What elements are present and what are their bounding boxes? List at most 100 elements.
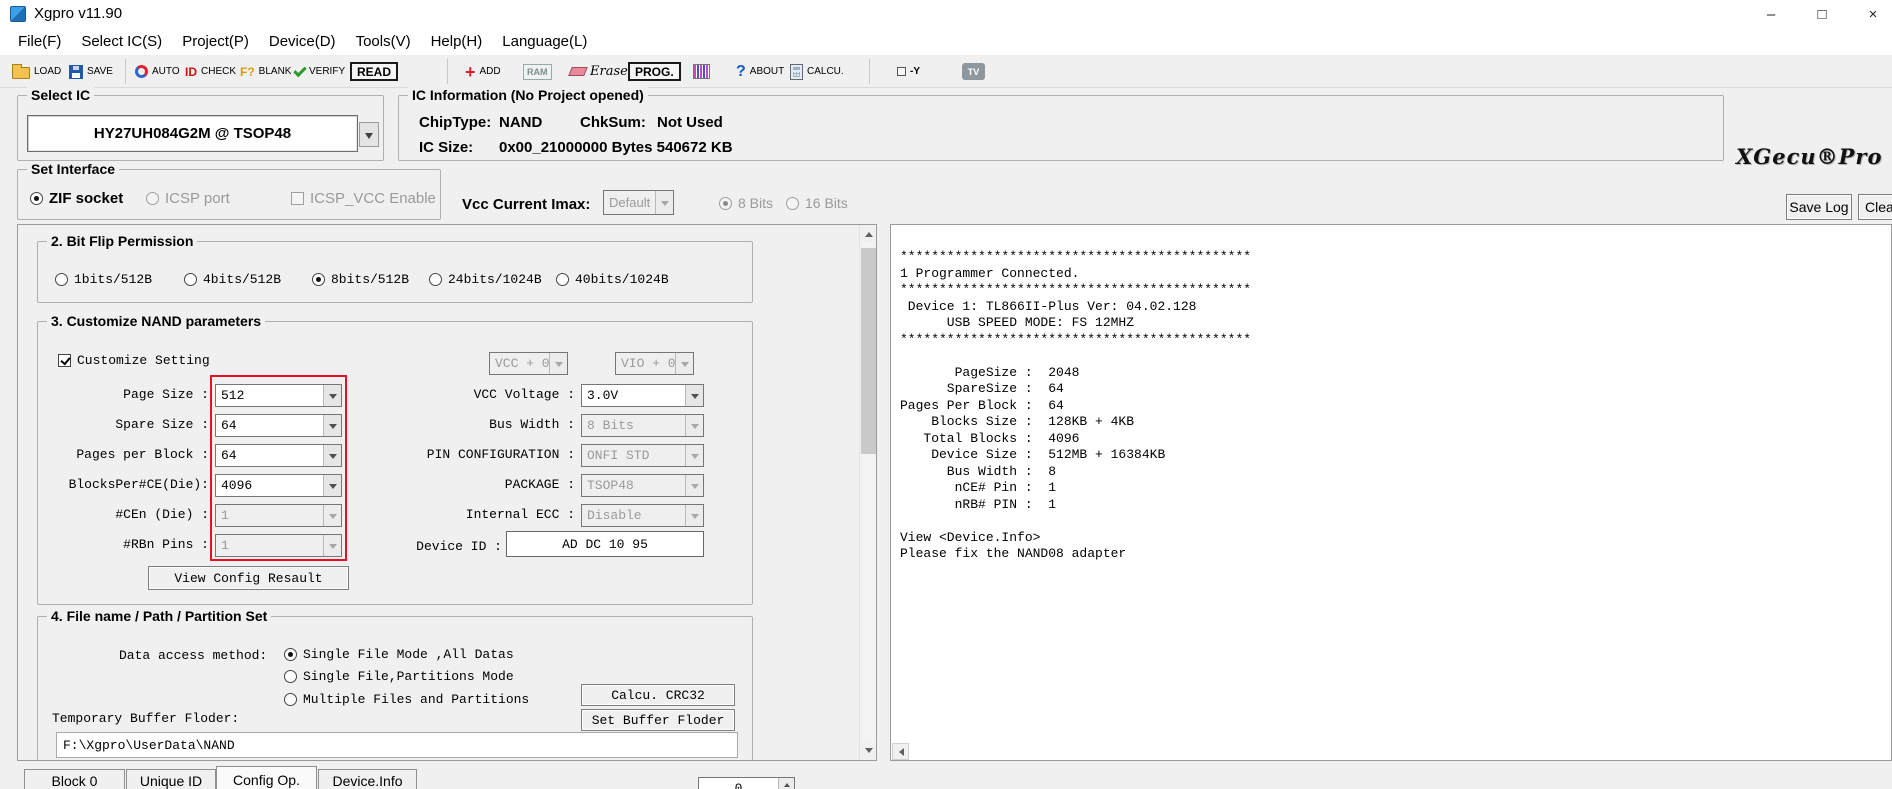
- bus-width-value: 8 Bits: [587, 418, 634, 433]
- dropdown-arrow-icon[interactable]: [323, 385, 341, 406]
- menu-tools[interactable]: Tools(V): [346, 30, 421, 53]
- tab-device-info[interactable]: Device.Info: [318, 769, 417, 789]
- block-number-spinner[interactable]: 0: [698, 777, 795, 789]
- set-buffer-folder-button[interactable]: Set Buffer Floder: [581, 709, 735, 731]
- vcc-voltage-value: 3.0V: [587, 388, 619, 403]
- bitflip-label: 4bits/512B: [203, 272, 282, 287]
- vcc-voltage-select[interactable]: 3.0V: [581, 384, 704, 407]
- ram-button[interactable]: RAM: [523, 55, 552, 88]
- spinner-value: 0: [734, 780, 743, 789]
- add-button[interactable]: + ADD: [465, 55, 501, 88]
- tab-unique-id[interactable]: Unique ID: [126, 769, 216, 789]
- blank-check-button[interactable]: F? BLANK: [240, 55, 291, 88]
- config-panel-scrollbar[interactable]: [859, 225, 876, 760]
- verify-label: VERIFY: [309, 66, 346, 77]
- scrollbar-thumb[interactable]: [861, 248, 876, 454]
- spare-size-select[interactable]: 64: [215, 414, 342, 437]
- bitflip-option-40bits[interactable]: 40bits/1024B: [556, 272, 669, 287]
- chksum-value: Not Used: [657, 114, 723, 131]
- page-size-select[interactable]: 512: [215, 384, 342, 407]
- bitflip-option-8bits[interactable]: 8bits/512B: [312, 272, 409, 287]
- selected-ic-display[interactable]: HY27UH084G2M @ TSOP48: [27, 115, 358, 152]
- dropdown-arrow-icon: [685, 475, 703, 496]
- tv-logic-button[interactable]: TV: [962, 55, 985, 88]
- save-button[interactable]: SAVE: [69, 55, 113, 88]
- plus-icon: +: [465, 61, 476, 82]
- single-file-partitions-radio[interactable]: Single File,Partitions Mode: [284, 669, 514, 684]
- page-size-label: Page Size :: [123, 387, 209, 402]
- radio-icon: [146, 192, 159, 205]
- cen-die-label: #CEn (Die) :: [115, 507, 209, 522]
- toolbar-separator: [869, 59, 870, 84]
- view-config-result-button[interactable]: View Config Resault: [148, 566, 349, 590]
- chevron-down-icon: [365, 132, 373, 143]
- tab-config-op[interactable]: Config Op.: [216, 766, 317, 789]
- bitflip-option-24bits[interactable]: 24bits/1024B: [429, 272, 542, 287]
- calcu-label: CALCU.: [807, 66, 844, 77]
- calc-crc32-button[interactable]: Calcu. CRC32: [581, 684, 735, 706]
- load-button[interactable]: LOAD: [12, 55, 61, 88]
- pin-map-button[interactable]: -Y: [897, 55, 920, 88]
- verify-button[interactable]: VERIFY: [293, 55, 345, 88]
- check-label: CHECK: [201, 66, 237, 77]
- close-button[interactable]: ×: [1850, 0, 1892, 28]
- menu-project[interactable]: Project(P): [172, 30, 259, 53]
- customize-setting-label: Customize Setting: [77, 353, 210, 368]
- single-file-partitions-label: Single File,Partitions Mode: [303, 669, 514, 684]
- ic-size-value: 0x00_21000000 Bytes 540672 KB: [499, 139, 733, 156]
- menu-select-ic[interactable]: Select IC(S): [71, 30, 172, 53]
- ic-size-label: IC Size:: [419, 139, 474, 156]
- menu-file[interactable]: File(F): [8, 30, 71, 53]
- bits16-label: 16 Bits: [805, 195, 848, 211]
- maximize-button[interactable]: □: [1799, 0, 1845, 28]
- dropdown-arrow-icon: [655, 191, 673, 214]
- device-id-field[interactable]: AD DC 10 95: [506, 531, 704, 557]
- save-log-button[interactable]: Save Log: [1786, 194, 1852, 220]
- ic-socket-icon: [693, 64, 710, 79]
- ic-socket-button[interactable]: [693, 55, 710, 88]
- zif-socket-radio[interactable]: ZIF socket: [30, 190, 123, 207]
- clear-log-button[interactable]: Clea: [1858, 194, 1892, 220]
- log-scroll-left-button[interactable]: [892, 743, 909, 760]
- single-file-all-radio[interactable]: Single File Mode ,All Datas: [284, 647, 514, 662]
- pages-per-block-select[interactable]: 64: [215, 444, 342, 467]
- menu-language[interactable]: Language(L): [492, 30, 597, 53]
- dropdown-arrow-icon[interactable]: [685, 385, 703, 406]
- customize-setting-checkbox[interactable]: Customize Setting: [58, 353, 210, 368]
- erase-button[interactable]: Erase: [568, 55, 628, 88]
- dropdown-arrow-icon[interactable]: [323, 475, 341, 496]
- spinner-arrows[interactable]: [778, 778, 794, 789]
- auto-label: AUTO: [152, 66, 180, 77]
- scroll-down-button[interactable]: [860, 743, 876, 760]
- icsp-port-radio: ICSP port: [146, 190, 230, 207]
- scroll-up-button[interactable]: [860, 225, 876, 242]
- prog-button[interactable]: PROG.: [628, 55, 681, 88]
- log-panel: ****************************************…: [890, 224, 1892, 761]
- temp-buffer-path-field[interactable]: F:\Xgpro\UserData\NAND: [56, 732, 738, 758]
- bits16-radio: 16 Bits: [786, 195, 848, 211]
- about-button[interactable]: ? ABOUT: [736, 55, 784, 88]
- bus-width-label: Bus Width :: [489, 417, 575, 432]
- blocks-per-ce-select[interactable]: 4096: [215, 474, 342, 497]
- dropdown-arrow-icon[interactable]: [323, 445, 341, 466]
- read-button[interactable]: READ: [350, 55, 399, 88]
- select-ic-dropdown-button[interactable]: [359, 122, 379, 147]
- calcu-button[interactable]: CALCU.: [790, 55, 844, 88]
- minimize-button[interactable]: –: [1748, 0, 1794, 28]
- bitflip-option-1bits[interactable]: 1bits/512B: [55, 272, 152, 287]
- menu-help[interactable]: Help(H): [421, 30, 493, 53]
- zif-socket-label: ZIF socket: [49, 190, 124, 207]
- log-output[interactable]: ****************************************…: [900, 249, 1251, 563]
- menu-device[interactable]: Device(D): [259, 30, 346, 53]
- multiple-files-radio[interactable]: Multiple Files and Partitions: [284, 692, 529, 707]
- bitflip-option-4bits[interactable]: 4bits/512B: [184, 272, 281, 287]
- tab-block0[interactable]: Block 0: [24, 769, 125, 789]
- spin-up-button[interactable]: [779, 778, 794, 788]
- arrow-left-icon: [895, 747, 904, 756]
- blank-label: BLANK: [258, 66, 292, 77]
- pin-box-icon: [897, 67, 906, 76]
- toolbar-separator: [125, 59, 126, 84]
- id-check-button[interactable]: ID CHECK: [185, 55, 236, 88]
- auto-button[interactable]: AUTO: [135, 55, 180, 88]
- dropdown-arrow-icon[interactable]: [323, 415, 341, 436]
